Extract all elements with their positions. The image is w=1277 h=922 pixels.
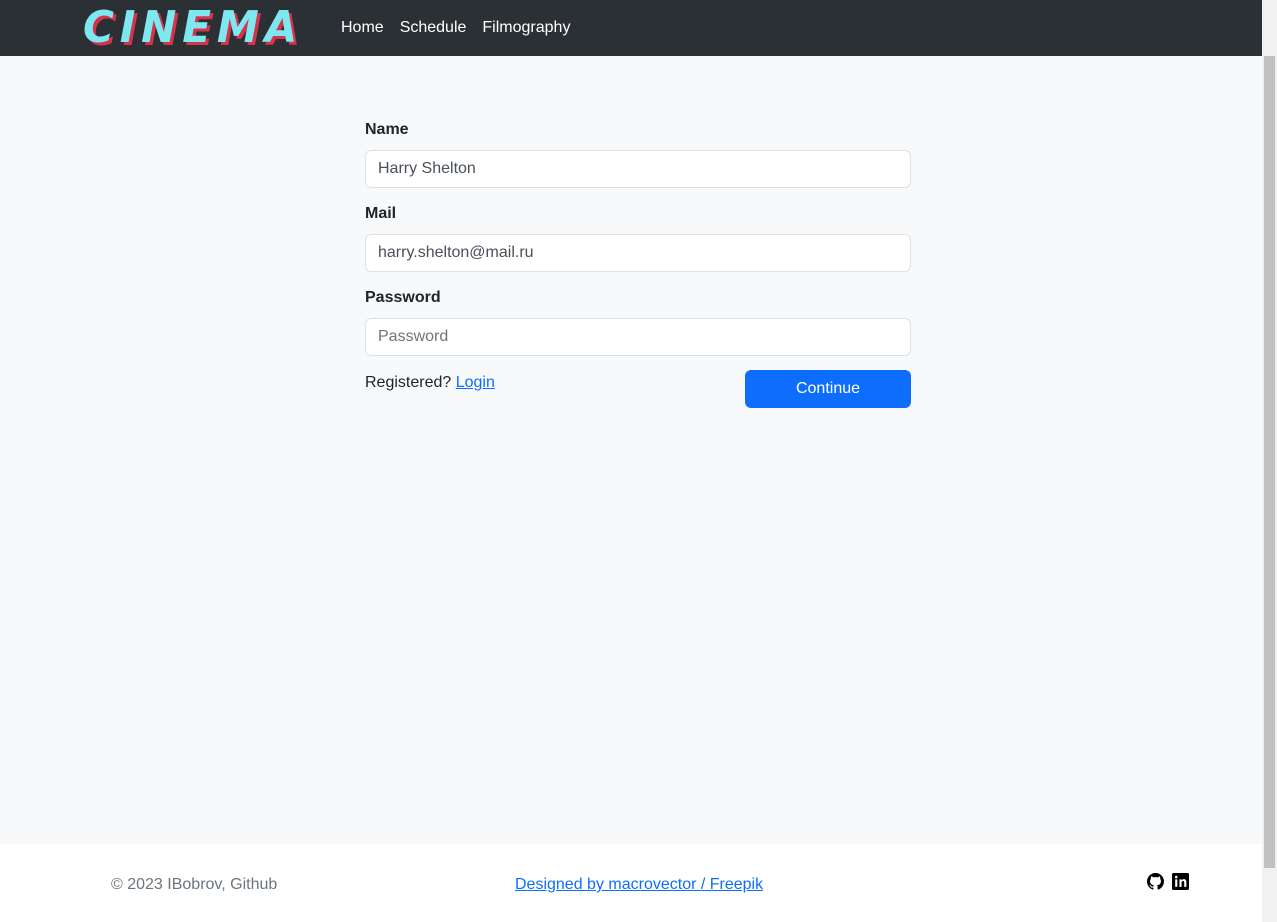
nav-link-filmography[interactable]: Filmography: [474, 19, 578, 37]
footer: © 2023 IBobrov, Github Designed by macro…: [0, 844, 1262, 922]
registered-prompt: Registered? Login: [365, 371, 495, 395]
continue-button[interactable]: Continue: [745, 370, 911, 408]
registered-text: Registered?: [365, 374, 452, 391]
login-link[interactable]: Login: [456, 374, 495, 391]
password-label: Password: [365, 289, 441, 306]
github-icon[interactable]: [1147, 873, 1164, 890]
password-field-group: Password Password: [365, 286, 911, 356]
name-input[interactable]: Harry Shelton: [365, 150, 911, 188]
navbar: CINEMA CINEMA Home Schedule Filmography: [0, 0, 1262, 56]
nav-link-schedule[interactable]: Schedule: [392, 19, 475, 37]
mail-label: Mail: [365, 205, 397, 222]
linkedin-icon[interactable]: [1172, 873, 1189, 890]
name-label: Name: [365, 121, 409, 138]
credit-link[interactable]: Designed by macrovector / Freepik: [515, 873, 763, 897]
mail-input[interactable]: harry.shelton@mail.ru: [365, 234, 911, 272]
social-links: [1147, 873, 1189, 890]
cinema-logo-text: CINEMA: [83, 4, 303, 50]
form-footer: Registered? Login Continue: [365, 370, 911, 408]
mail-field-group: Mail harry.shelton@mail.ru: [365, 202, 911, 272]
nav-link-home[interactable]: Home: [333, 19, 392, 37]
nav-links: Home Schedule Filmography: [333, 0, 578, 56]
copyright-text: © 2023 IBobrov, Github: [111, 876, 278, 893]
cinema-logo[interactable]: CINEMA CINEMA: [80, 4, 312, 50]
password-input[interactable]: Password: [365, 318, 911, 356]
scrollbar-thumb[interactable]: [1264, 56, 1275, 868]
name-field-group: Name Harry Shelton: [365, 118, 911, 188]
registration-form: Name Harry Shelton Mail harry.shelton@ma…: [365, 118, 911, 408]
